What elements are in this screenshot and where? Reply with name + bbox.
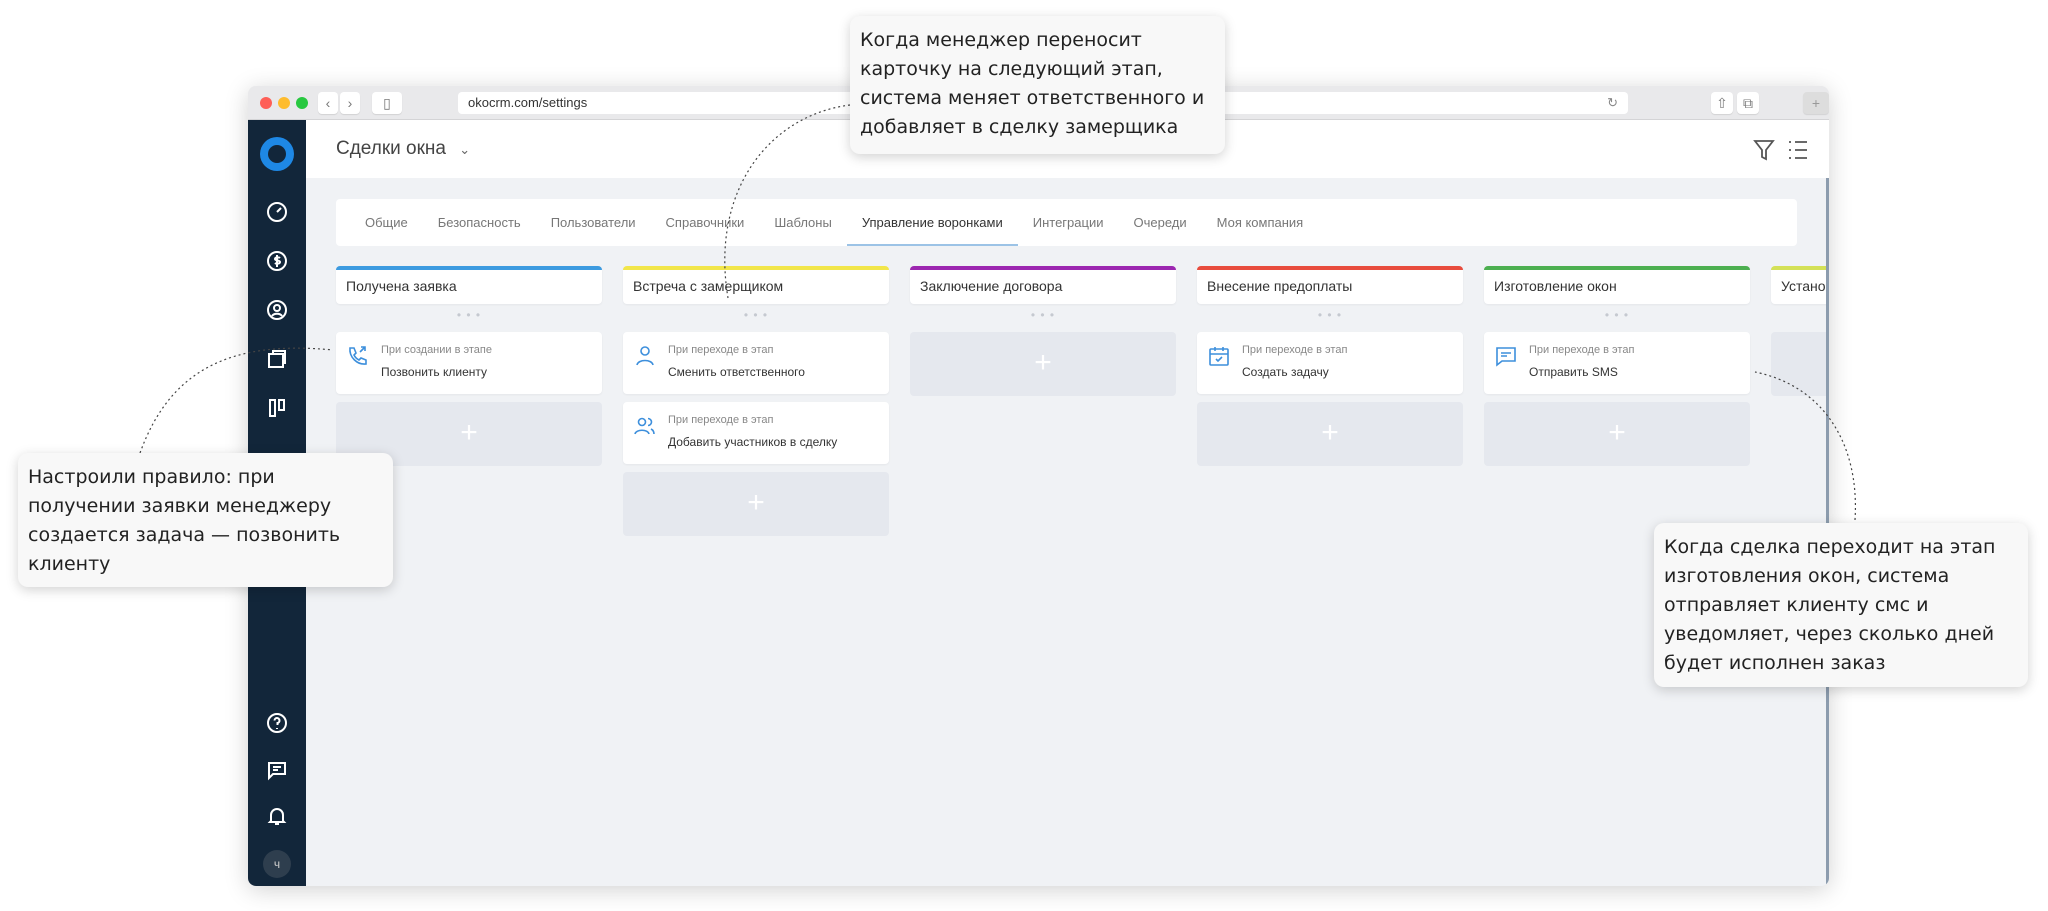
callout-line: Настроили правило: при [28,466,275,488]
callout-line: получении заявки менеджеру [28,495,332,517]
callout-line: отправляет клиенту смс и [1664,594,1929,616]
callout-right: Когда сделка переходит на этап изготовлен… [1654,523,2028,687]
callout-line: Когда менеджер переносит [860,29,1142,51]
arrow-top [724,104,851,299]
arrow-right [1754,371,1857,521]
callout-line: изготовления окон, система [1664,565,1950,587]
callout-line: Когда сделка переходит на этап [1664,536,1996,558]
callout-top: Когда менеджер переносит карточку на след… [850,16,1225,154]
callout-line: уведомляет, через сколько дней [1664,623,1995,645]
callout-line: добавляет в сделку замерщика [860,116,1179,138]
callout-line: карточку на следующий этап, [860,58,1163,80]
callout-line: система меняет ответственного и [860,87,1205,109]
callout-line: клиенту [28,553,111,575]
callout-line: создается задача — позвонить [28,524,341,546]
callout-left: Настроили правило: при получении заявки м… [18,453,393,587]
callout-line: будет исполнен заказ [1664,652,1886,674]
arrow-left [139,347,334,454]
